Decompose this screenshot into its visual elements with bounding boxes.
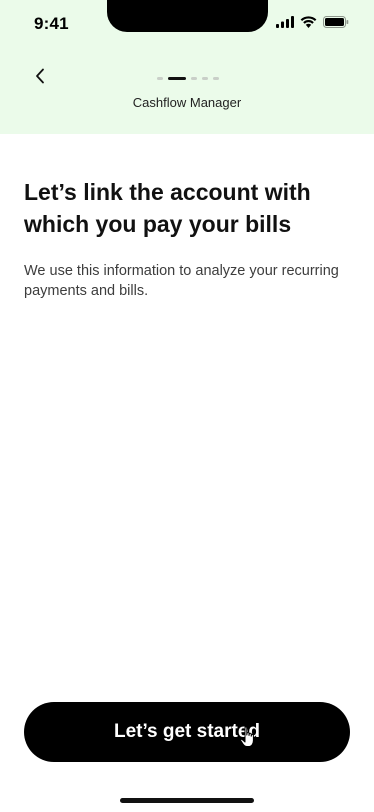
chevron-left-icon [35,68,45,89]
home-indicator [120,798,254,803]
page-title: Cashflow Manager [132,95,242,110]
back-button[interactable] [26,64,54,92]
get-started-label: Let’s get started [113,721,261,742]
progress-step-2 [168,77,186,80]
screen: 9:41 Cashflow Manager Let’s link the acc… [0,0,374,812]
progress-step-4 [202,77,208,80]
onboarding-description: We use this information to analyze your … [24,263,339,299]
progress-step-1 [157,77,163,80]
progress-step-5 [213,77,219,80]
get-started-button[interactable]: Let’s get started [24,702,350,762]
onboarding-heading: Let’s link the account with which you pa… [24,179,311,237]
battery-icon [323,16,349,28]
step-progress-indicator [157,77,219,80]
progress-step-3 [191,77,197,80]
wifi-icon [300,16,317,28]
status-icons [276,16,349,28]
device-notch [107,0,268,32]
cellular-signal-icon [276,16,294,28]
pointer-cursor-icon [240,726,256,748]
status-time: 9:41 [34,14,69,33]
header-area: 9:41 Cashflow Manager [0,0,374,134]
